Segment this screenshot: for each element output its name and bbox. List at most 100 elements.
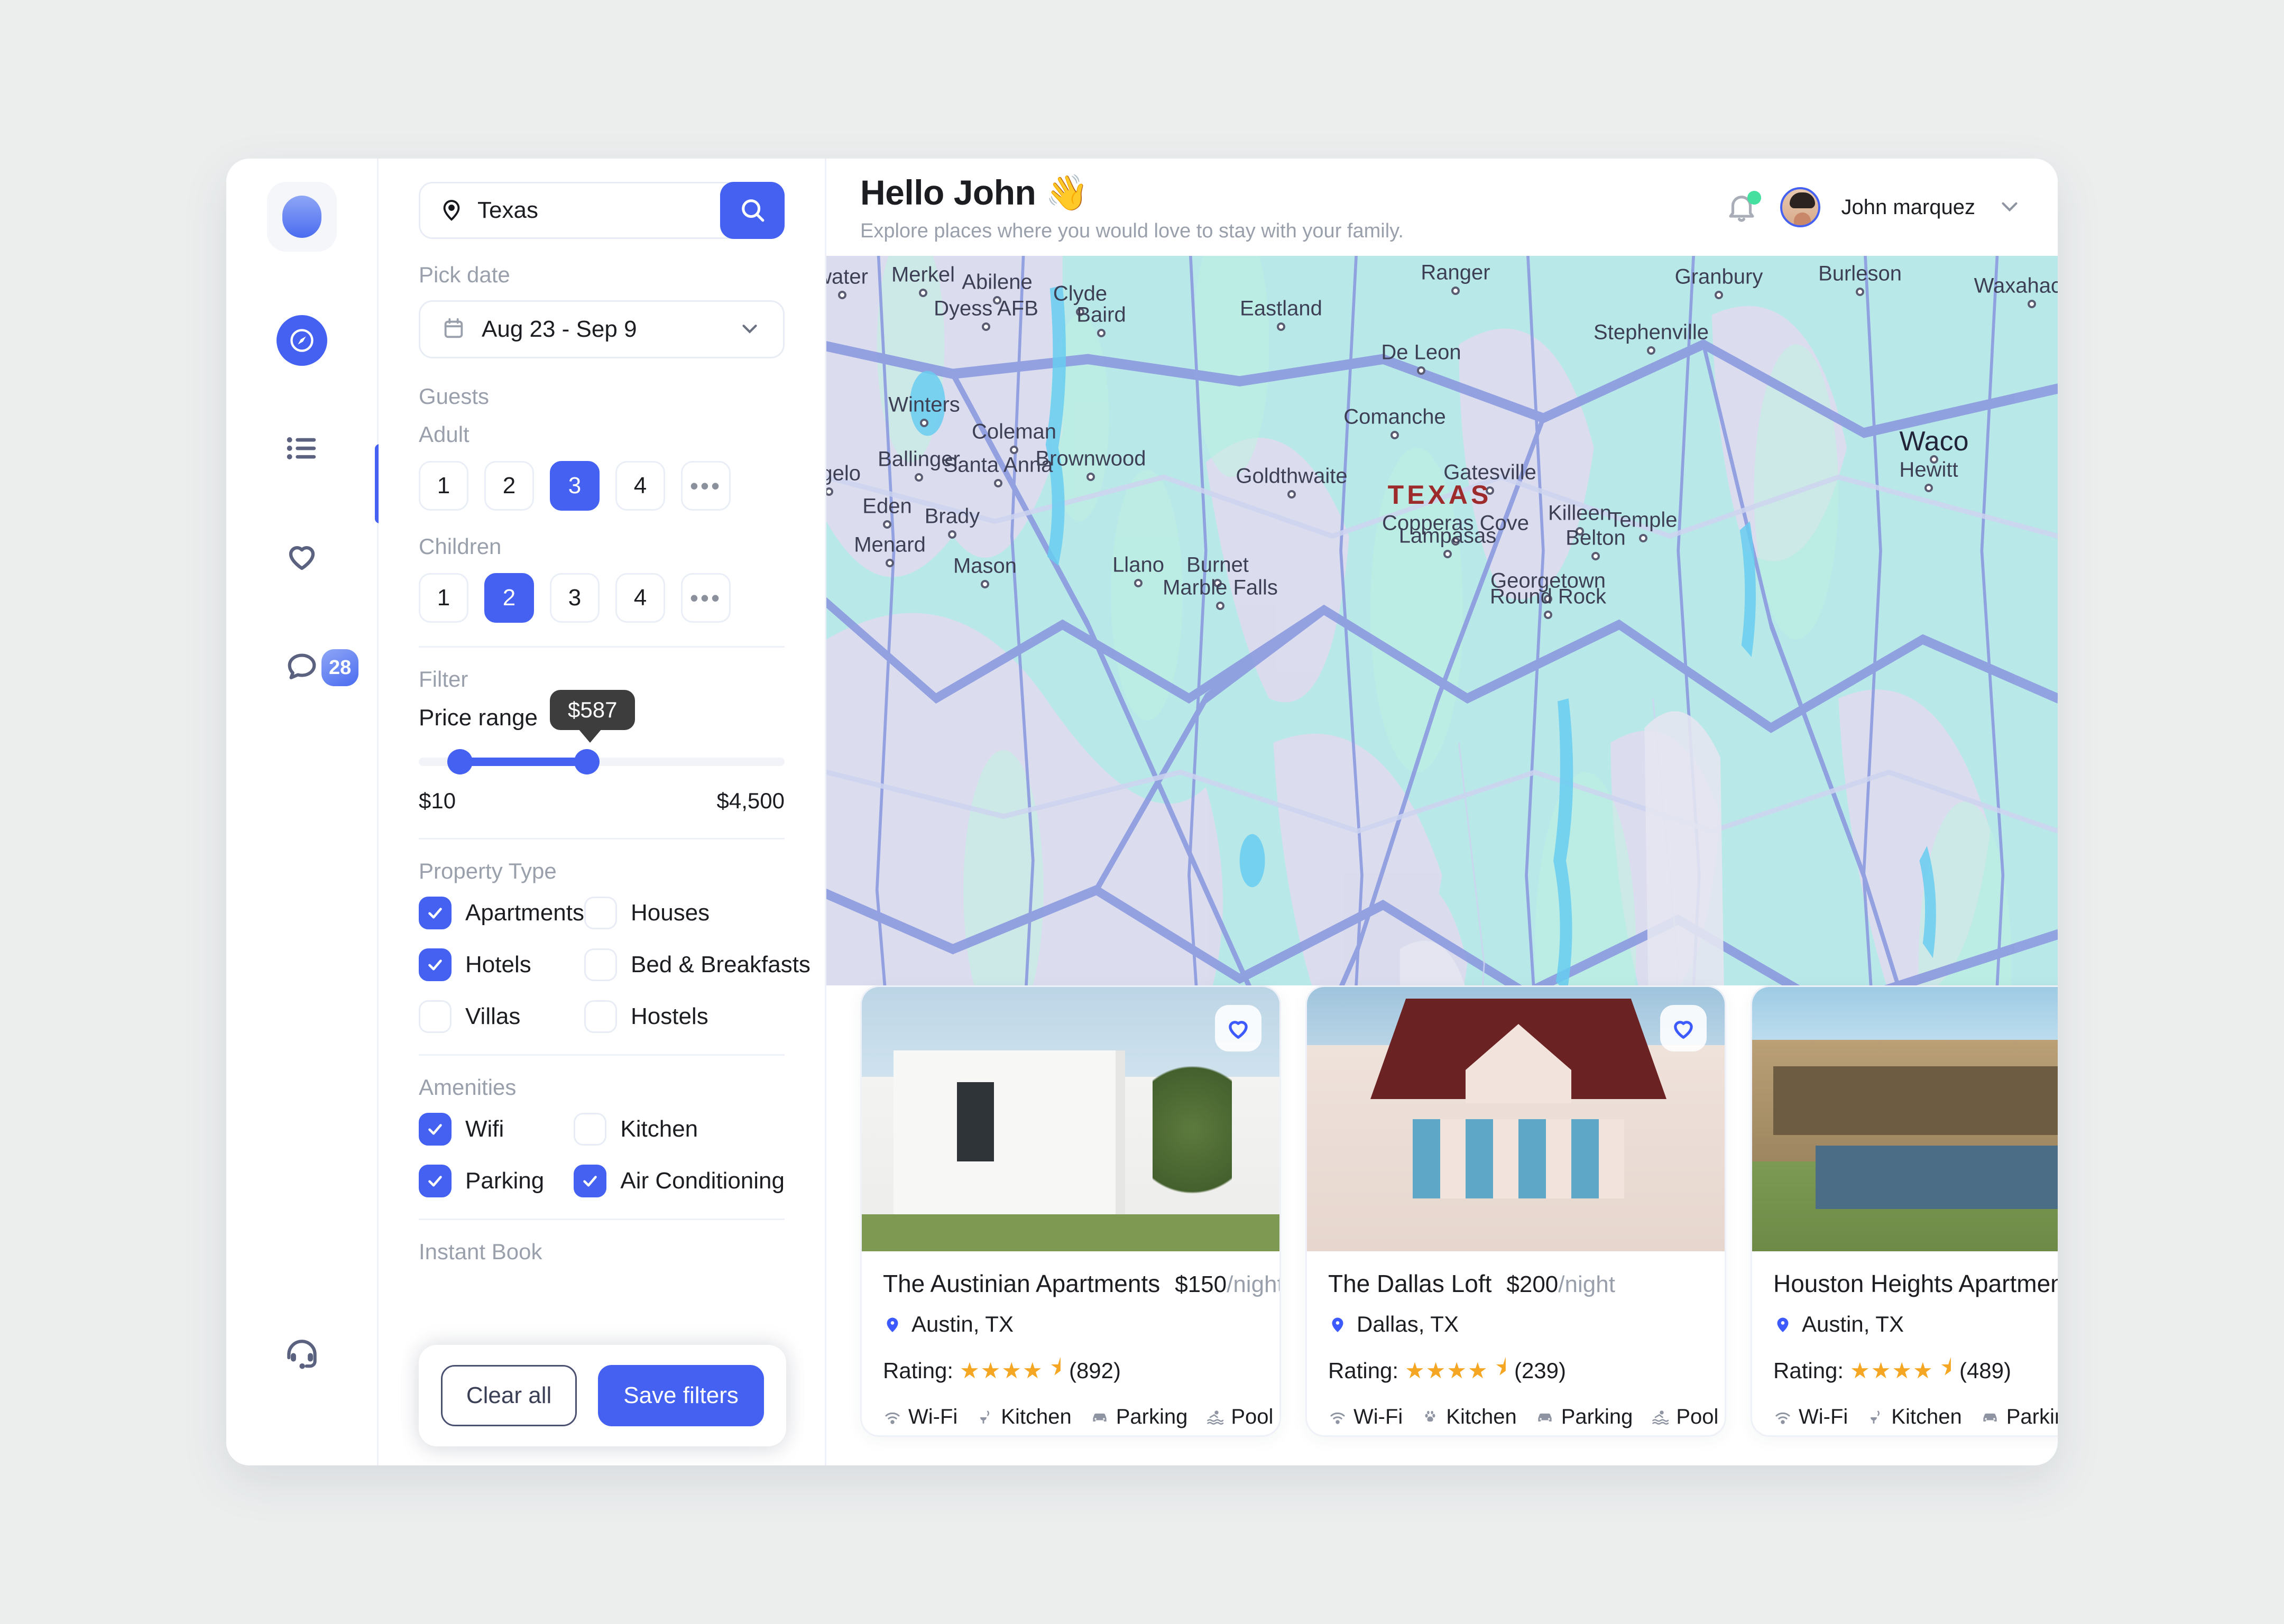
checkbox-box — [584, 1000, 617, 1033]
amenity-parking: Parking — [1535, 1405, 1633, 1429]
listing-card[interactable]: The Austinian Apartments $150/night Aust… — [860, 985, 1281, 1437]
top-bar: Hello John 👋 Explore places where you wo… — [826, 159, 2058, 256]
checkbox-box — [419, 1113, 452, 1146]
children-option-4[interactable]: 4 — [615, 573, 665, 623]
rating-half-star: ⯨ — [1049, 1355, 1063, 1380]
property-type-label: Property Type — [419, 859, 557, 883]
listing-title-row: The Dallas Loft $200/night — [1328, 1269, 1703, 1298]
listing-amenities: Wi-Fi Kitchen Parking — [1773, 1405, 2058, 1429]
save-filters-button[interactable]: Save filters — [598, 1365, 764, 1426]
favorite-button[interactable] — [1660, 1005, 1707, 1051]
map-place-dot — [981, 580, 989, 588]
listing-card[interactable]: The Dallas Loft $200/night Dallas, TX Ra… — [1305, 985, 1726, 1437]
adult-option-4[interactable]: 4 — [615, 461, 665, 511]
map-place-dot — [1544, 611, 1552, 619]
listing-amenities: Wi-Fi Kitchen Parking Pool — [1328, 1405, 1718, 1429]
sidebar-item-messages[interactable]: 28 — [226, 642, 377, 693]
checkbox-label: Bed & Breakfasts — [630, 952, 811, 977]
checkbox-kitchen[interactable]: Kitchen — [574, 1113, 785, 1146]
checkbox-hostels[interactable]: Hostels — [584, 1000, 811, 1033]
checkbox-hotels[interactable]: Hotels — [419, 948, 584, 981]
map-place-dot — [883, 520, 891, 529]
slider-knob-max[interactable] — [574, 749, 600, 774]
checkbox-box — [419, 948, 452, 981]
property-type-options: Apartments Houses Hotels Bed & Breakfast… — [419, 897, 811, 1033]
listing-location-text: Austin, TX — [911, 1312, 1014, 1336]
children-option-more[interactable]: ••• — [681, 573, 731, 623]
checkbox-bed-and-breakfasts[interactable]: Bed & Breakfasts — [584, 948, 811, 981]
checkbox-label: Hostels — [630, 1003, 708, 1029]
wifi-icon — [1330, 1412, 1345, 1424]
checkbox-houses[interactable]: Houses — [584, 897, 811, 929]
adult-option-2[interactable]: 2 — [484, 461, 534, 511]
favorite-button[interactable] — [1215, 1005, 1261, 1051]
children-label: Children — [419, 534, 502, 559]
checkbox-label: Kitchen — [620, 1116, 698, 1142]
search-button[interactable] — [720, 182, 785, 239]
location-pin-icon — [887, 1317, 898, 1332]
amenity-parking: Parking — [1090, 1405, 1187, 1429]
listing-image — [1752, 987, 2058, 1251]
notification-dot — [1747, 191, 1761, 205]
map-place-dot — [920, 419, 928, 427]
listing-price: $150/night — [1175, 1271, 1281, 1297]
app-logo[interactable] — [266, 182, 337, 252]
map-place-dot — [1715, 291, 1723, 299]
checkbox-parking[interactable]: Parking — [419, 1165, 574, 1197]
sidebar-item-support[interactable] — [226, 1330, 377, 1381]
checkbox-label: Hotels — [465, 952, 531, 977]
chevron-down-icon[interactable] — [1996, 193, 2023, 222]
amenity-wifi: Wi-Fi — [1773, 1405, 1848, 1429]
map-place-dot — [1287, 490, 1296, 499]
listing-body: The Austinian Apartments $150/night Aust… — [862, 1251, 1279, 1429]
adult-option-more[interactable]: ••• — [681, 461, 731, 511]
rail-item-list: 28 — [226, 315, 377, 693]
children-option-1[interactable]: 1 — [419, 573, 468, 623]
instant-book-label: Instant Book — [419, 1239, 542, 1264]
map-place-dot — [915, 473, 923, 482]
avatar[interactable] — [1780, 187, 1820, 227]
children-option-2[interactable]: 2 — [484, 573, 534, 623]
amenity-pool: Pool — [1651, 1405, 1718, 1429]
chevron-down-icon — [738, 316, 762, 343]
date-range-picker[interactable]: Aug 23 - Sep 9 — [419, 300, 785, 358]
map-place-dot — [993, 296, 1001, 304]
amenity-kitchen: Kitchen — [1421, 1405, 1517, 1429]
divider — [419, 646, 785, 648]
clear-all-button[interactable]: Clear all — [441, 1365, 577, 1426]
notifications-button[interactable] — [1724, 190, 1761, 225]
filter-panel: Texas Pick date Aug 23 - Sep 9 Guests Ad… — [379, 159, 826, 1465]
slider-knob-min[interactable] — [447, 749, 473, 774]
date-range-value: Aug 23 - Sep 9 — [482, 316, 637, 342]
map-place-dot — [886, 559, 894, 567]
map-place-dot — [1647, 346, 1655, 355]
checkbox-air-conditioning[interactable]: Air Conditioning — [574, 1165, 785, 1197]
amenity-wifi: Wi-Fi — [883, 1405, 957, 1429]
map-place-dot — [1443, 550, 1452, 558]
sidebar-item-bookings[interactable] — [226, 424, 377, 475]
user-name: John marquez — [1841, 195, 1975, 219]
map-place-dot — [1544, 595, 1552, 603]
checkbox-apartments[interactable]: Apartments — [419, 897, 584, 929]
sidebar-item-explore[interactable] — [226, 315, 377, 366]
search-input[interactable]: Texas — [419, 182, 744, 239]
sidebar-item-favorites[interactable] — [226, 533, 377, 584]
amenities-label: Amenities — [419, 1075, 517, 1100]
rating-stars: ★★★★ — [960, 1358, 1044, 1383]
checkbox-villas[interactable]: Villas — [419, 1000, 584, 1033]
price-range-slider[interactable] — [419, 745, 785, 779]
checkbox-label: Wifi — [465, 1116, 504, 1142]
checkbox-wifi[interactable]: Wifi — [419, 1113, 574, 1146]
listing-card[interactable]: Houston Heights Apartments Austin, TX Ra… — [1751, 985, 2058, 1437]
rating-label: Rating: — [1773, 1358, 1844, 1383]
listing-cards-strip[interactable]: The Austinian Apartments $150/night Aust… — [826, 985, 2058, 1465]
map-place-dot — [1277, 322, 1285, 331]
kitchen-icon — [980, 1410, 990, 1424]
adult-option-3[interactable]: 3 — [550, 461, 600, 511]
map-place-dot — [1097, 329, 1106, 337]
parking-icon — [1538, 1413, 1552, 1422]
adult-option-1[interactable]: 1 — [419, 461, 468, 511]
children-option-3[interactable]: 3 — [550, 573, 600, 623]
rating-half-star: ⯨ — [1495, 1355, 1508, 1380]
greeting-block: Hello John 👋 Explore places where you wo… — [860, 172, 1404, 243]
